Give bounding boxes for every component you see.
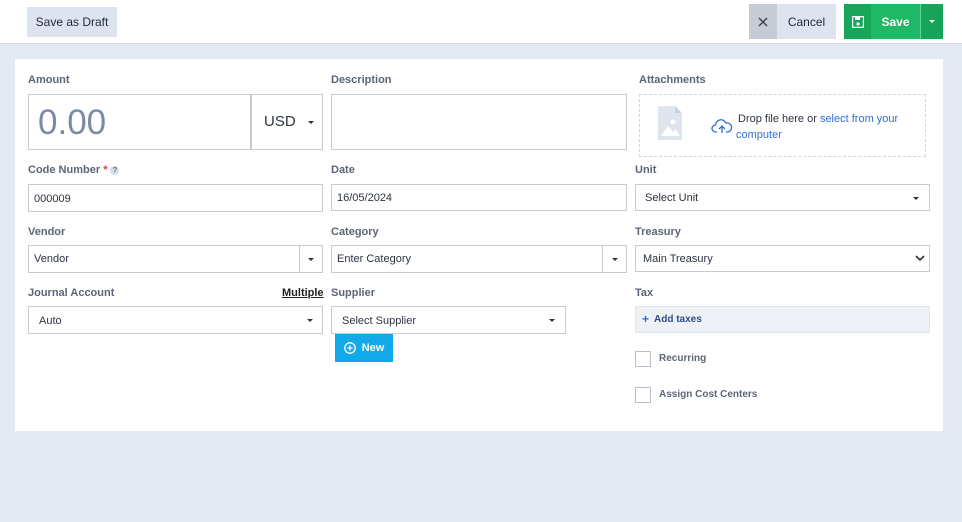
description-label: Description bbox=[331, 74, 392, 86]
save-options-dropdown[interactable] bbox=[920, 4, 943, 39]
vendor-label: Vendor bbox=[28, 226, 66, 238]
date-value: 16/05/2024 bbox=[337, 192, 393, 204]
top-toolbar: Save as Draft Cancel Save bbox=[0, 0, 962, 44]
select-file-link[interactable]: select from your bbox=[820, 113, 898, 125]
unit-select[interactable]: Select Unit bbox=[635, 184, 930, 211]
save-icon-button[interactable] bbox=[844, 4, 871, 39]
assign-cost-centers-checkbox[interactable] bbox=[635, 387, 651, 403]
cancel-button[interactable]: Cancel bbox=[777, 4, 836, 39]
code-number-label-text: Code Number bbox=[28, 164, 101, 176]
help-icon[interactable]: ? bbox=[110, 166, 120, 175]
currency-select[interactable]: USD bbox=[251, 94, 323, 150]
floppy-disk-icon bbox=[851, 15, 864, 28]
treasury-value: Main Treasury bbox=[643, 253, 713, 265]
dropzone-instruction: Drop file here or bbox=[738, 113, 820, 125]
cancel-icon-button[interactable] bbox=[749, 4, 777, 39]
supplier-select[interactable]: Select Supplier bbox=[331, 306, 566, 334]
chevron-down-icon bbox=[308, 258, 314, 261]
code-number-label: Code Number *? bbox=[28, 164, 120, 176]
plus-icon: + bbox=[642, 312, 650, 326]
close-icon bbox=[758, 16, 768, 27]
treasury-label: Treasury bbox=[635, 226, 681, 238]
plus-circle-icon bbox=[343, 342, 356, 354]
code-number-value: 000009 bbox=[34, 193, 71, 205]
attachments-label: Attachments bbox=[639, 74, 706, 86]
assign-cost-centers-label: Assign Cost Centers bbox=[659, 389, 758, 400]
recurring-label: Recurring bbox=[659, 353, 707, 364]
new-button-label: New bbox=[361, 342, 385, 354]
unit-value: Select Unit bbox=[645, 192, 699, 204]
chevron-down-icon bbox=[929, 20, 935, 23]
vendor-select[interactable]: Vendor bbox=[28, 245, 323, 273]
chevron-down-icon bbox=[308, 121, 314, 124]
currency-value: USD bbox=[264, 113, 296, 130]
save-as-draft-button[interactable]: Save as Draft bbox=[27, 7, 117, 37]
date-label: Date bbox=[331, 164, 355, 176]
required-marker: * bbox=[103, 164, 108, 176]
category-label: Category bbox=[331, 226, 379, 238]
chevron-down-icon bbox=[913, 197, 919, 200]
unit-label: Unit bbox=[635, 164, 657, 176]
chevron-down-icon bbox=[549, 319, 555, 322]
add-taxes-bar[interactable]: + Add taxes bbox=[635, 306, 930, 333]
image-file-icon bbox=[658, 106, 682, 140]
treasury-select[interactable]: Main Treasury bbox=[635, 245, 930, 272]
supplier-label: Supplier bbox=[331, 287, 376, 299]
amount-label: Amount bbox=[28, 74, 70, 86]
divider bbox=[602, 246, 603, 272]
chevron-down-icon bbox=[612, 258, 618, 261]
supplier-value: Select Supplier bbox=[342, 315, 416, 327]
new-supplier-button[interactable]: New bbox=[335, 334, 393, 362]
vendor-value: Vendor bbox=[34, 253, 69, 265]
dropzone-text: Drop file here or select from your bbox=[738, 111, 918, 127]
journal-account-select[interactable]: Auto bbox=[28, 306, 323, 334]
select-file-link-continued[interactable]: computer bbox=[736, 127, 782, 143]
journal-account-value: Auto bbox=[39, 315, 62, 327]
category-value: Enter Category bbox=[337, 253, 411, 265]
save-button[interactable]: Save bbox=[871, 4, 920, 39]
divider bbox=[299, 246, 300, 272]
category-select[interactable]: Enter Category bbox=[331, 245, 627, 273]
add-taxes-label: Add taxes bbox=[654, 314, 702, 325]
amount-value: 0.00 bbox=[38, 103, 107, 142]
tax-label: Tax bbox=[635, 287, 654, 299]
cloud-upload-icon bbox=[711, 119, 733, 133]
date-input[interactable]: 16/05/2024 bbox=[331, 184, 627, 211]
amount-input[interactable]: 0.00 bbox=[28, 94, 251, 150]
chevron-down-icon bbox=[307, 319, 313, 322]
description-textarea[interactable] bbox=[331, 94, 627, 150]
attachments-dropzone[interactable]: Drop file here or select from your compu… bbox=[639, 94, 926, 157]
journal-account-label: Journal Account bbox=[28, 287, 115, 299]
chevron-down-icon bbox=[915, 255, 925, 262]
recurring-checkbox[interactable] bbox=[635, 351, 651, 367]
code-number-input[interactable]: 000009 bbox=[28, 184, 323, 212]
multiple-link[interactable]: Multiple bbox=[282, 287, 324, 299]
